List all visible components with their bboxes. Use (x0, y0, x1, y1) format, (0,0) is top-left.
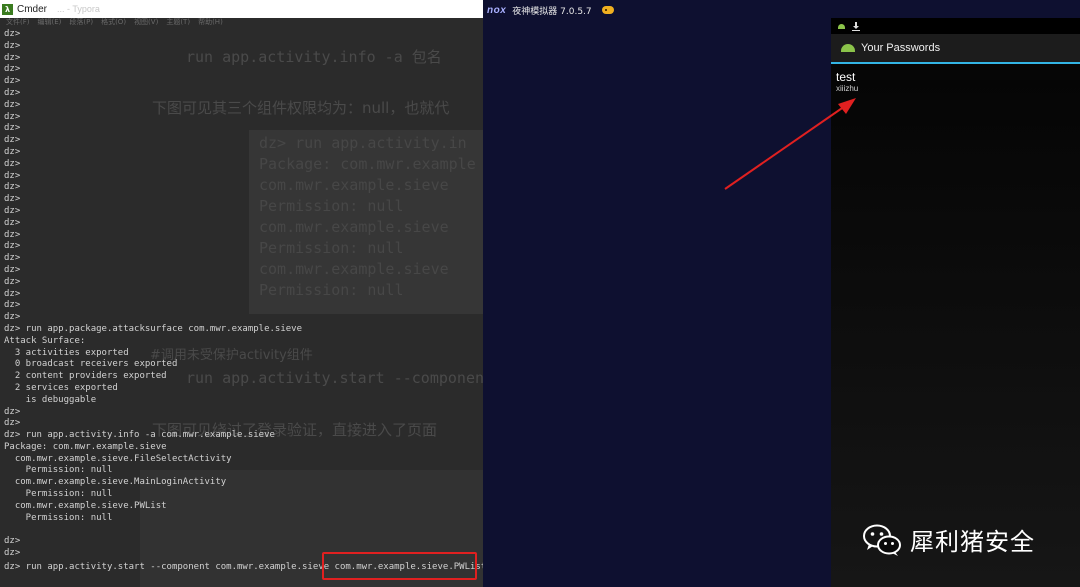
list-background (831, 80, 1080, 587)
gamepad-icon[interactable] (601, 6, 614, 14)
console-line: Attack Surface: (4, 335, 86, 346)
console-line: dz> (4, 264, 21, 275)
console-line: dz> (4, 194, 21, 205)
console-line: is debuggable (4, 394, 97, 405)
password-list-item[interactable]: test xiiizhu (836, 70, 1076, 100)
android-app-icon[interactable] (841, 44, 855, 52)
console-line: dz> (4, 205, 21, 216)
download-icon (852, 21, 860, 31)
console-line: Permission: null (4, 489, 113, 500)
console-line: dz> (4, 418, 21, 429)
cmder-lambda-icon: λ (2, 3, 13, 15)
ghost-menu-item: 帮助(H) (198, 18, 223, 26)
ghost-menubar: 文件(F) 编辑(E) 段落(P) 格式(O) 视图(V) 主题(T) 帮助(H) (0, 18, 483, 27)
console-line: 3 activities exported (4, 347, 129, 358)
console-line: dz> run app.package.attacksurface com.mw… (4, 323, 303, 334)
ghost-window-title: ... - Typora (57, 4, 100, 14)
wechat-icon (863, 524, 901, 556)
console-line: dz> (4, 253, 21, 264)
console-output[interactable]: dz> dz> dz> dz> dz> dz> dz> dz> dz> dz> dz> dz> dz> d… (4, 29, 483, 572)
password-service: test (836, 70, 856, 84)
console-line: dz> (4, 135, 21, 146)
console-line: dz> (4, 76, 21, 87)
android-screen: Your Passwords test xiiizhu (831, 18, 1080, 587)
android-notification-icon (838, 23, 845, 29)
highlight-box (322, 552, 477, 580)
console-line: dz> (4, 229, 21, 240)
nox-logo: nox (487, 4, 507, 16)
nox-titlebar: nox 夜神模拟器 7.0.5.7 (483, 0, 1080, 20)
console-line: dz> run app.activity.info -a com.mwr.exa… (4, 430, 275, 441)
console-line: dz> (4, 288, 21, 299)
console-line: dz> (4, 87, 21, 98)
status-bar (831, 18, 1080, 34)
console-line: 2 content providers exported (4, 371, 167, 382)
app-title: Your Passwords (861, 42, 941, 54)
console-line: Permission: null (4, 512, 113, 523)
ghost-menu-item: 视图(V) (134, 18, 159, 26)
console-line: dz> (4, 29, 21, 39)
cmder-titlebar: λ Cmder ... - Typora (0, 0, 483, 18)
nox-emulator-window: nox 夜神模拟器 7.0.5.7 Your Passwords test xi… (483, 0, 1080, 587)
console-line: com.mwr.example.sieve.MainLoginActivity (4, 477, 227, 488)
console-line: dz> (4, 158, 21, 169)
console-line: 0 broadcast receivers exported (4, 359, 178, 370)
console-line: dz> (4, 40, 21, 51)
console-line: dz> (4, 276, 21, 287)
cmder-window: λ Cmder ... - Typora 文件(F) 编辑(E) 段落(P) 格式(O… (0, 0, 483, 587)
console-line: dz> (4, 241, 21, 252)
console-line: dz> (4, 123, 21, 134)
nox-version-label: 夜神模拟器 7.0.5.7 (512, 6, 592, 17)
console-line: dz> (4, 146, 21, 157)
ghost-menu-item: 主题(T) (166, 18, 191, 26)
console-line: dz> (4, 182, 21, 193)
console-line: dz> (4, 300, 21, 311)
console-line: dz> (4, 111, 21, 122)
console-line: 2 services exported (4, 382, 118, 393)
console-line: dz> (4, 217, 21, 228)
console-line: dz> (4, 536, 21, 547)
red-arrow-annotation (724, 98, 856, 190)
password-username: xiiizhu (836, 84, 859, 93)
console-line: Package: com.mwr.example.sieve (4, 441, 167, 452)
console-line: dz> (4, 52, 21, 63)
watermark: 犀利猪安全 (862, 522, 1035, 557)
ghost-menu-item: 格式(O) (101, 18, 127, 26)
console-line: com.mwr.example.sieve.FileSelectActivity (4, 453, 232, 464)
console-line: dz> (4, 64, 21, 75)
console-line: dz> (4, 170, 21, 181)
cmder-window-title: Cmder (17, 3, 48, 15)
console-line: com.mwr.example.sieve.PWList (4, 500, 167, 511)
action-bar-divider (831, 62, 1080, 64)
watermark-text: 犀利猪安全 (910, 528, 1035, 556)
ghost-menu-item: 文件(F) (6, 18, 30, 26)
console-line: dz> (4, 312, 21, 323)
console-line: dz> (4, 99, 21, 110)
ghost-menu-item: 编辑(E) (37, 18, 62, 26)
console-line: dz> (4, 406, 21, 417)
ghost-menu-item: 段落(P) (69, 18, 94, 26)
action-bar: Your Passwords (831, 34, 1080, 62)
console-line: Permission: null (4, 465, 113, 476)
